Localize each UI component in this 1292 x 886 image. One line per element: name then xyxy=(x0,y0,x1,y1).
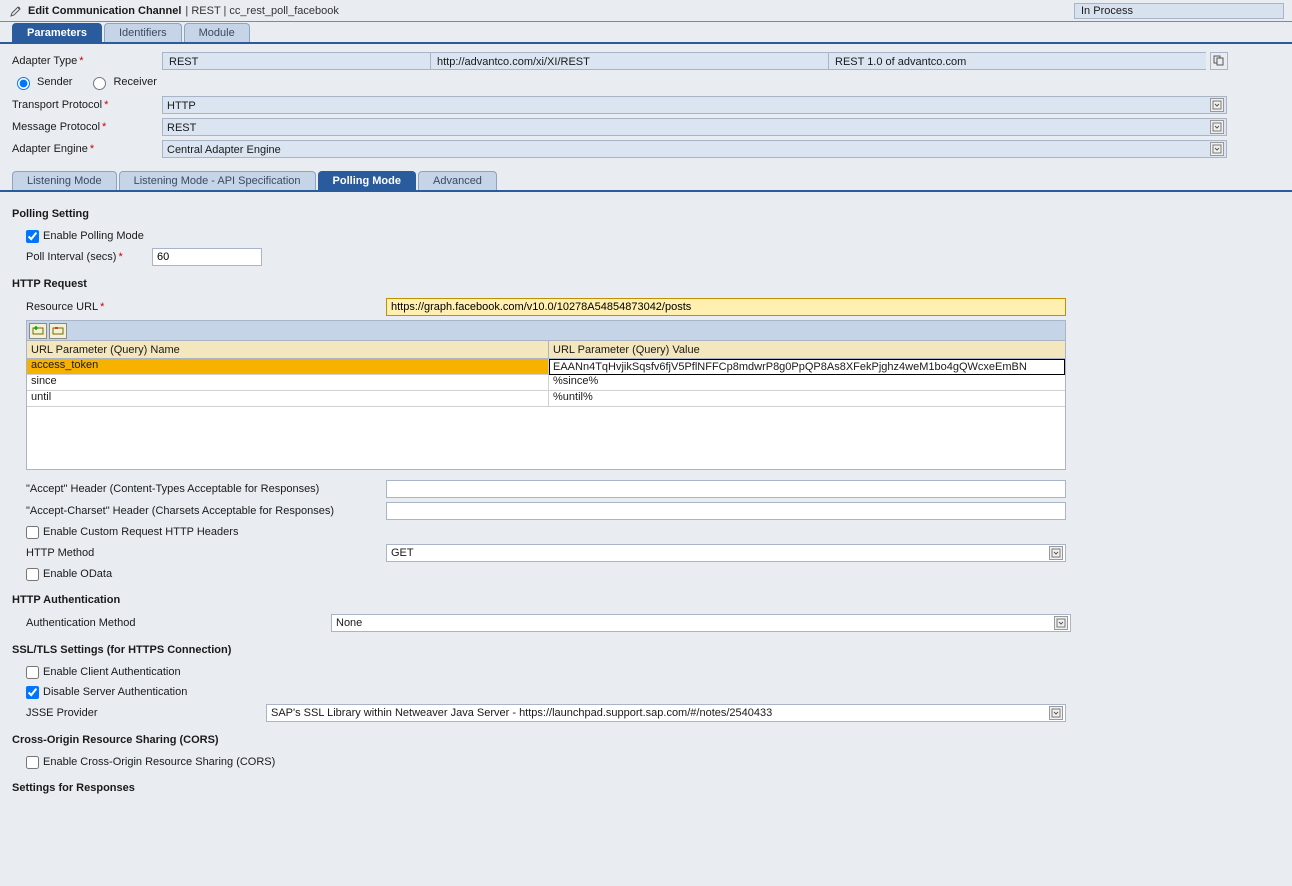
dropdown-icon xyxy=(1054,616,1068,630)
tab-listening-api[interactable]: Listening Mode - API Specification xyxy=(119,171,316,190)
direction-radio-group: Sender Receiver xyxy=(12,72,1280,94)
table-header-value: URL Parameter (Query) Value xyxy=(549,341,1065,358)
responses-heading: Settings for Responses xyxy=(12,782,1280,794)
sender-radio[interactable]: Sender xyxy=(12,74,72,90)
tab-listening-mode[interactable]: Listening Mode xyxy=(12,171,117,190)
page-subtitle: | REST | cc_rest_poll_facebook xyxy=(185,5,338,17)
adapter-name-field: REST xyxy=(162,52,430,70)
accept-charset-input[interactable] xyxy=(386,502,1066,520)
receiver-radio[interactable]: Receiver xyxy=(88,74,156,90)
tab-identifiers[interactable]: Identifiers xyxy=(104,23,182,42)
dropdown-icon xyxy=(1049,546,1063,560)
http-method-label: HTTP Method xyxy=(26,547,386,559)
disable-server-auth-checkbox[interactable] xyxy=(26,686,39,699)
add-row-button[interactable] xyxy=(29,323,47,339)
message-protocol-label: Message Protocol* xyxy=(12,121,162,133)
enable-odata-checkbox[interactable] xyxy=(26,568,39,581)
custom-headers-checkbox[interactable] xyxy=(26,526,39,539)
resource-url-input[interactable] xyxy=(386,298,1066,316)
dropdown-icon xyxy=(1210,142,1224,156)
polling-setting-heading: Polling Setting xyxy=(12,208,1280,220)
table-row[interactable]: access_token EAANn4TqHvjikSqsfv6fjV5PflN… xyxy=(27,359,1065,375)
jsse-provider-label: JSSE Provider xyxy=(26,707,266,719)
dropdown-icon xyxy=(1210,120,1224,134)
accept-header-input[interactable] xyxy=(386,480,1066,498)
enable-polling-checkbox[interactable] xyxy=(26,230,39,243)
table-row[interactable]: until %until% xyxy=(27,391,1065,407)
sub-tabs: Listening Mode Listening Mode - API Spec… xyxy=(0,170,1292,192)
enable-cors-checkbox[interactable] xyxy=(26,756,39,769)
transport-protocol-label: Transport Protocol* xyxy=(12,99,162,111)
poll-interval-label: Poll Interval (secs)* xyxy=(26,251,146,263)
adapter-engine-label: Adapter Engine* xyxy=(12,143,162,155)
adapter-namespace-field: http://advantco.com/xi/XI/REST xyxy=(430,52,828,70)
http-request-heading: HTTP Request xyxy=(12,278,1280,290)
enable-cors-label: Enable Cross-Origin Resource Sharing (CO… xyxy=(43,756,275,768)
dropdown-icon xyxy=(1210,98,1224,112)
jsse-provider-select[interactable]: SAP's SSL Library within Netweaver Java … xyxy=(266,704,1066,722)
dropdown-icon xyxy=(1049,706,1063,720)
disable-server-auth-label: Disable Server Authentication xyxy=(43,686,187,698)
client-auth-label: Enable Client Authentication xyxy=(43,666,181,678)
adapter-engine-select[interactable]: Central Adapter Engine xyxy=(162,140,1227,158)
accept-header-label: "Accept" Header (Content-Types Acceptabl… xyxy=(26,483,386,495)
status-badge: In Process xyxy=(1074,3,1284,19)
resource-url-label: Resource URL* xyxy=(26,301,386,313)
cors-heading: Cross-Origin Resource Sharing (CORS) xyxy=(12,734,1280,746)
http-auth-heading: HTTP Authentication xyxy=(12,594,1280,606)
adapter-type-label: Adapter Type* xyxy=(12,55,162,67)
client-auth-checkbox[interactable] xyxy=(26,666,39,679)
page-header: Edit Communication Channel | REST | cc_r… xyxy=(0,0,1292,22)
adapter-version-field: REST 1.0 of advantco.com xyxy=(828,52,1206,70)
url-params-table: URL Parameter (Query) Name URL Parameter… xyxy=(26,320,1066,470)
main-tabs: Parameters Identifiers Module xyxy=(0,22,1292,44)
pencil-icon xyxy=(8,3,24,19)
transport-protocol-select[interactable]: HTTP xyxy=(162,96,1227,114)
http-method-select[interactable]: GET xyxy=(386,544,1066,562)
tab-advanced[interactable]: Advanced xyxy=(418,171,497,190)
auth-method-label: Authentication Method xyxy=(26,617,331,629)
custom-headers-label: Enable Custom Request HTTP Headers xyxy=(43,526,238,538)
table-header-name: URL Parameter (Query) Name xyxy=(27,341,549,358)
message-protocol-select[interactable]: REST xyxy=(162,118,1227,136)
accept-charset-label: "Accept-Charset" Header (Charsets Accept… xyxy=(26,505,386,517)
page-title: Edit Communication Channel xyxy=(28,5,181,17)
enable-polling-label: Enable Polling Mode xyxy=(43,230,144,242)
tab-polling-mode[interactable]: Polling Mode xyxy=(318,171,416,190)
enable-odata-label: Enable OData xyxy=(43,568,112,580)
poll-interval-input[interactable] xyxy=(152,248,262,266)
tab-parameters[interactable]: Parameters xyxy=(12,23,102,42)
auth-method-select[interactable]: None xyxy=(331,614,1071,632)
delete-row-button[interactable] xyxy=(49,323,67,339)
adapter-select-button[interactable] xyxy=(1210,52,1228,70)
ssl-heading: SSL/TLS Settings (for HTTPS Connection) xyxy=(12,644,1280,656)
table-row[interactable]: since %since% xyxy=(27,375,1065,391)
tab-module[interactable]: Module xyxy=(184,23,250,42)
